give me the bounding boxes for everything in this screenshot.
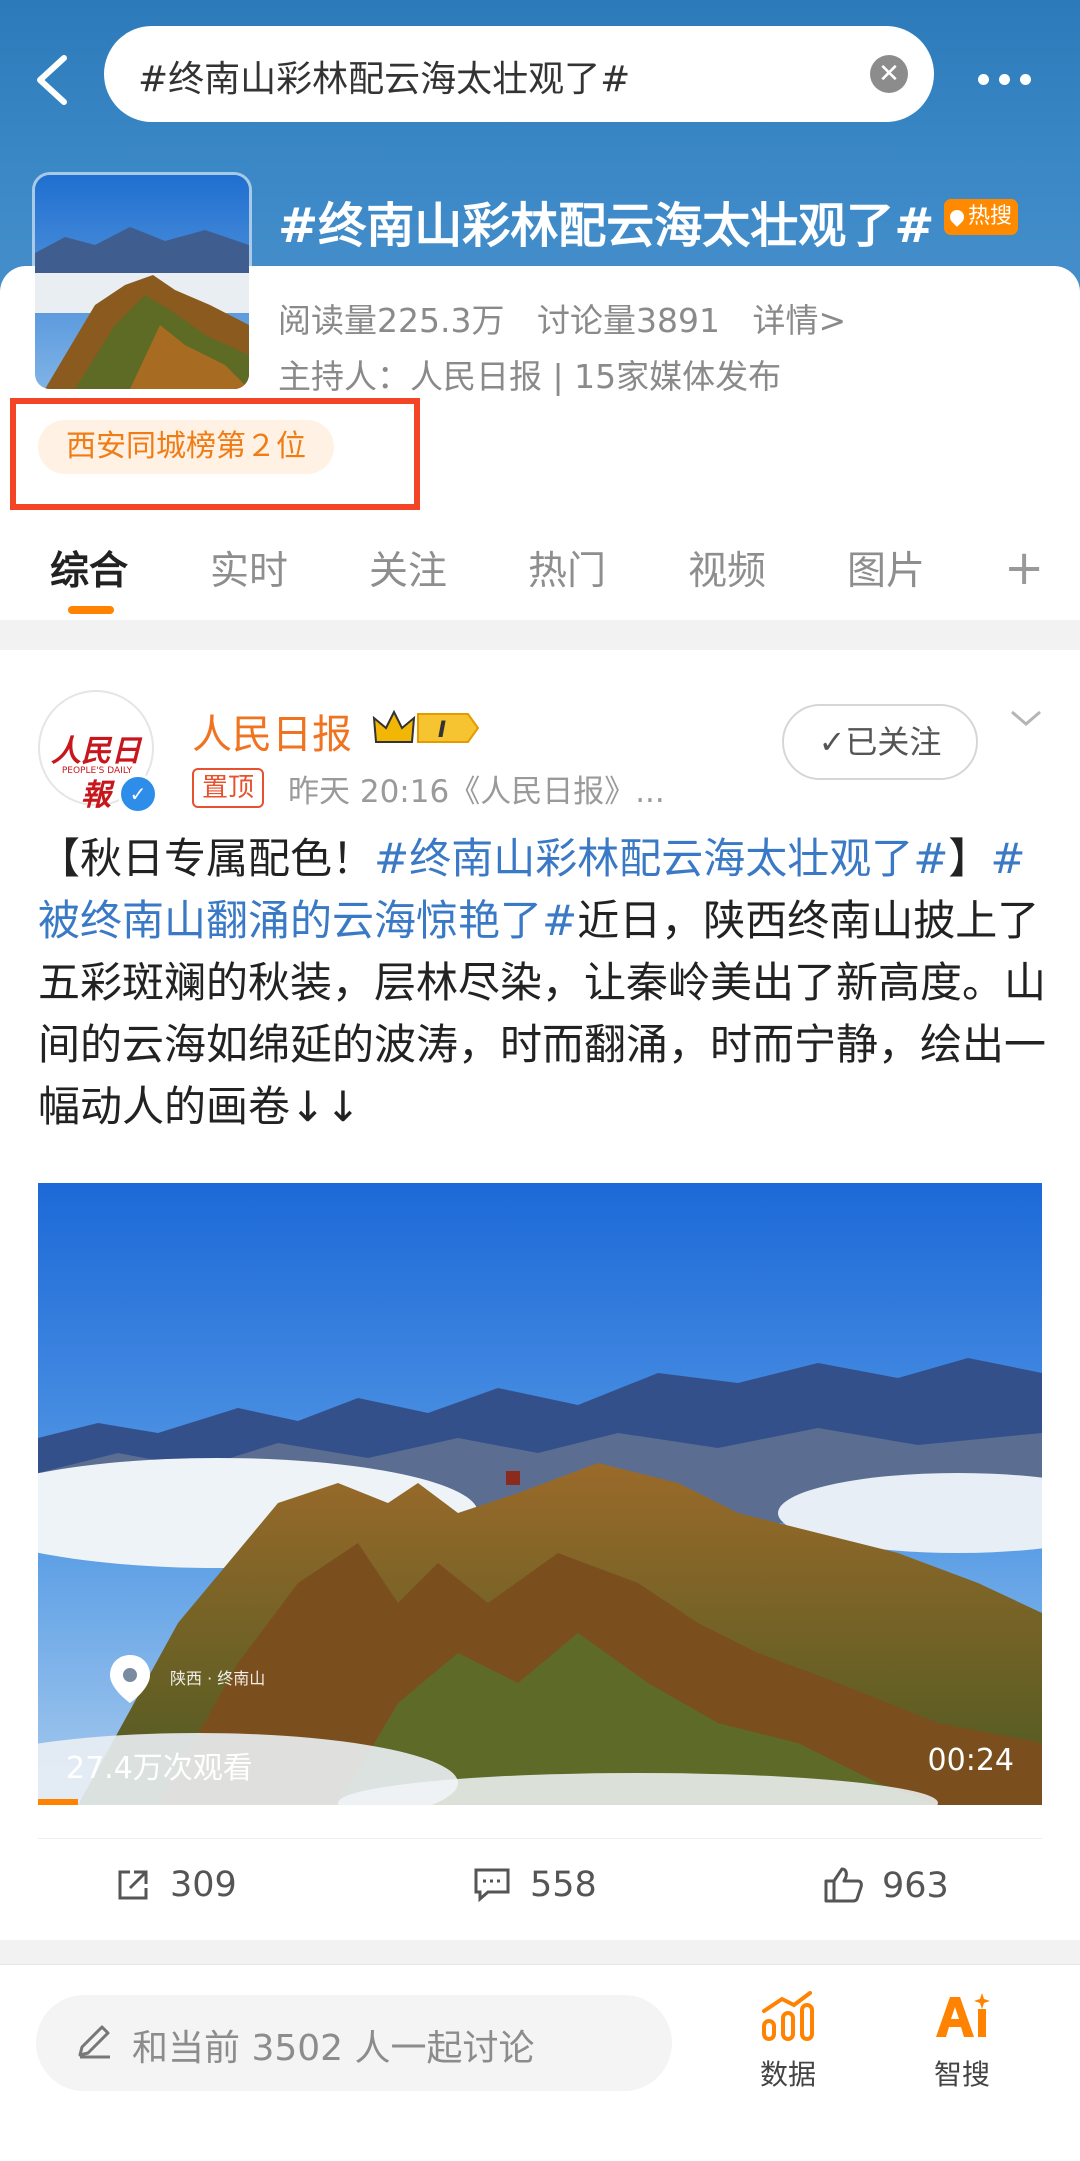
back-arrow-icon[interactable] (30, 50, 74, 110)
text-prefix: 【秋日专属配色！ (38, 834, 375, 883)
more-icon[interactable] (978, 70, 1042, 85)
ai-search-label: 智搜 (933, 2058, 990, 2091)
comment-button[interactable]: 558 (472, 1865, 597, 1905)
ai-icon (936, 1993, 990, 2037)
topic-cover-image (32, 172, 252, 392)
chevron-down-icon[interactable] (1008, 706, 1044, 730)
post-text: 【秋日专属配色！#终南山彩林配云海太壮观了#】#被终南山翻涌的云海惊艳了#近日，… (38, 828, 1050, 1138)
search-query[interactable]: #终南山彩林配云海太壮观了# (138, 50, 630, 102)
comment-count: 558 (530, 1865, 597, 1905)
data-button[interactable]: 数据 (733, 1991, 843, 2093)
location-pin-icon (947, 207, 967, 227)
repost-count: 309 (170, 1865, 237, 1905)
tab-video[interactable]: 视频 (688, 540, 766, 596)
pinned-badge: 置顶 (192, 768, 265, 808)
topic-title: #终南山彩林配云海太壮观了# (278, 198, 935, 254)
location-pin-icon (110, 1655, 150, 1703)
search-bar[interactable]: #终南山彩林配云海太壮观了# ✕ (104, 26, 934, 122)
topic-host[interactable]: 主持人：人民日报 | 15家媒体发布 (278, 350, 781, 398)
tab-hot[interactable]: 热门 (528, 540, 606, 596)
read-count: 阅读量225.3万 (278, 301, 505, 340)
data-label: 数据 (759, 2058, 816, 2091)
discussion-count: 讨论量3891 (536, 301, 720, 340)
thumbs-up-icon (824, 1867, 863, 1903)
verified-icon: ✓ (118, 774, 158, 814)
video-duration: 00:24 (927, 1743, 1014, 1778)
hot-search-badge: 热搜 (944, 199, 1018, 235)
video-view-count: 27.4万次观看 (66, 1751, 253, 1786)
avatar-subtitle: PEOPLE'S DAILY (61, 766, 133, 776)
member-crown-icon: I (372, 709, 480, 743)
video-location: 陕西 · 终南山 (170, 1669, 266, 1688)
topic-tabs: 综合 实时 关注 热门 视频 图片 (0, 510, 1080, 620)
topic-stats: 阅读量225.3万 讨论量3891 详情> (278, 294, 868, 342)
tab-following[interactable]: 关注 (369, 540, 447, 596)
share-icon (118, 1870, 148, 1900)
like-button[interactable]: 963 (822, 1865, 949, 1906)
local-rank-badge[interactable]: 西安同城榜第２位 (38, 420, 334, 474)
bottom-bar: 和当前 3502 人一起讨论 数据 智搜 (0, 1964, 1080, 2161)
repost-button[interactable]: 309 (114, 1865, 237, 1905)
video-progress (38, 1799, 78, 1805)
tab-comprehensive[interactable]: 综合 (50, 540, 128, 596)
tab-realtime[interactable]: 实时 (210, 540, 288, 596)
text-bracket: 】 (948, 834, 991, 883)
discuss-placeholder: 和当前 3502 人一起讨论 (132, 2028, 535, 2069)
active-tab-indicator (68, 606, 114, 614)
chart-icon (762, 1991, 814, 2041)
details-link[interactable]: 详情> (752, 301, 846, 340)
add-tab-icon[interactable]: + (1004, 540, 1044, 596)
discuss-input[interactable]: 和当前 3502 人一起讨论 (36, 1995, 672, 2091)
post-meta: 昨天 20:16《人民日报》... (288, 774, 665, 810)
clear-icon[interactable]: ✕ (870, 55, 908, 93)
post-card: 人民日報 PEOPLE'S DAILY ✓ 人民日报 I 置顶 昨天 20:16… (0, 650, 1080, 1940)
member-level: I (438, 718, 446, 743)
pencil-icon (78, 2025, 110, 2059)
follow-button[interactable]: ✓已关注 (782, 704, 978, 780)
comment-icon (474, 1868, 510, 1903)
hot-badge-label: 热搜 (967, 204, 1012, 229)
hashtag-link[interactable]: #终南山彩林配云海太壮观了# (374, 834, 948, 883)
like-count: 963 (882, 1866, 949, 1906)
ai-search-button[interactable]: 智搜 (907, 1991, 1017, 2093)
post-actions: 309 558 963 (38, 1838, 1042, 1939)
video-player[interactable]: 陕西 · 终南山 27.4万次观看 00:24 (38, 1183, 1042, 1805)
tab-images[interactable]: 图片 (847, 540, 925, 596)
author-name[interactable]: 人民日报 (192, 702, 352, 760)
follow-label: 已关注 (845, 723, 942, 761)
